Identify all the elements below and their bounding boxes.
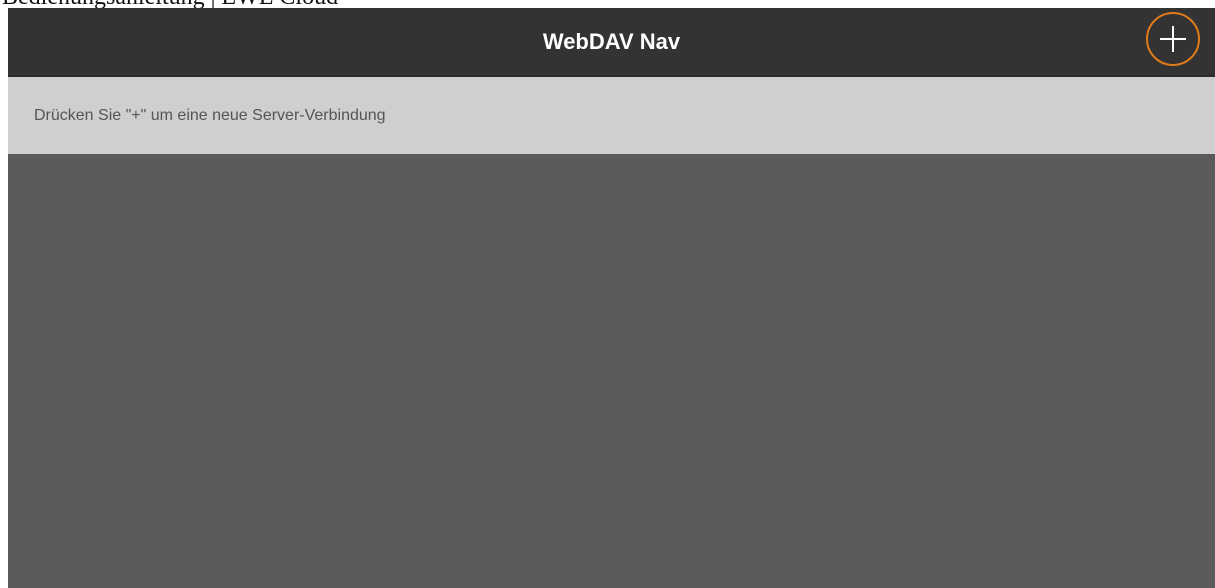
app-window: WebDAV Nav Drücken Sie "+" um eine neue …	[8, 8, 1215, 588]
navigation-bar: WebDAV Nav	[8, 8, 1215, 77]
add-server-button[interactable]	[1146, 12, 1200, 66]
nav-title: WebDAV Nav	[542, 29, 681, 54]
server-list-area	[8, 154, 1215, 588]
plus-icon	[1160, 26, 1186, 52]
document-caption: Bedienungsanleitung | EWE Cloud	[2, 0, 338, 8]
hint-text: Drücken Sie "+" um eine neue Server-Verb…	[34, 107, 386, 124]
hint-bar: Drücken Sie "+" um eine neue Server-Verb…	[8, 77, 1215, 154]
